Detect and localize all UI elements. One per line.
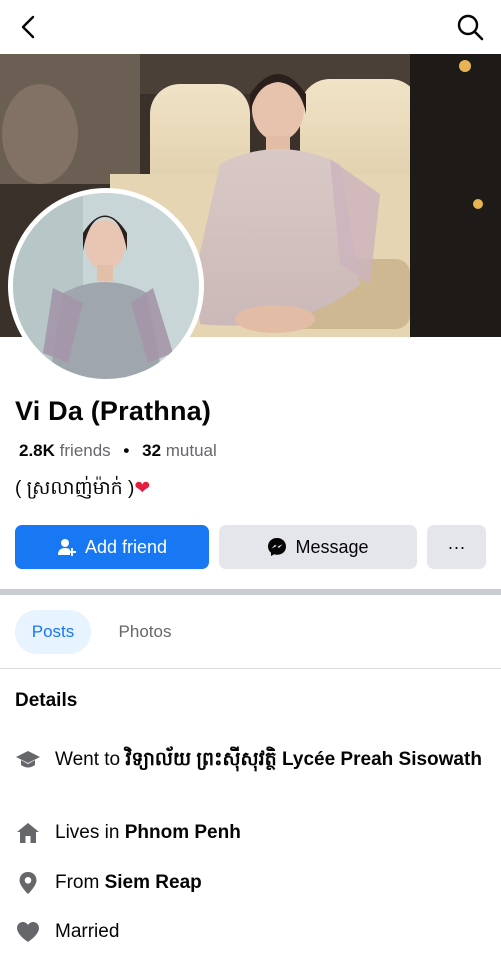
profile-name: Vi Da (Prathna) bbox=[15, 396, 212, 426]
detail-from-text: From Siem Reap bbox=[55, 871, 202, 895]
heart-emoji: ❤ bbox=[134, 478, 151, 499]
lives-in-prefix: Lives in bbox=[55, 822, 125, 843]
from-prefix: From bbox=[55, 872, 105, 893]
separator-dot: • bbox=[123, 441, 130, 460]
detail-relationship[interactable]: Married bbox=[15, 920, 485, 944]
more-options-button[interactable]: ··· bbox=[427, 525, 486, 569]
more-options-icon: ··· bbox=[447, 536, 466, 557]
friends-label: friends bbox=[59, 441, 111, 460]
detail-from[interactable]: From Siem Reap bbox=[15, 871, 485, 895]
tab-photos[interactable]: Photos bbox=[103, 610, 187, 654]
details-heading: Details bbox=[15, 690, 78, 711]
add-friend-button[interactable]: Add friend bbox=[15, 525, 209, 569]
mutual-label: mutual bbox=[165, 441, 217, 460]
home-icon bbox=[15, 821, 41, 845]
message-button[interactable]: Message bbox=[219, 525, 417, 569]
profile-bio: ( ស្រលាញ់ម៉ាក់ )❤ bbox=[15, 476, 150, 504]
search-icon[interactable] bbox=[455, 12, 485, 42]
top-bar bbox=[0, 0, 501, 54]
tabs-divider bbox=[0, 668, 501, 669]
education-value: វិទ្យាល័យ ព្រះស៊ីសុវត្ថិ Lycée Preah Sis… bbox=[125, 749, 482, 770]
section-divider bbox=[0, 589, 501, 595]
detail-education[interactable]: Went to វិទ្យាល័យ ព្រះស៊ីសុវត្ថិ Lycée P… bbox=[15, 748, 485, 772]
friends-count: 2.8K bbox=[19, 441, 55, 460]
add-friend-label: Add friend bbox=[84, 536, 168, 557]
heart-icon bbox=[15, 920, 41, 944]
detail-relationship-text: Married bbox=[55, 920, 119, 944]
messenger-icon bbox=[268, 538, 287, 556]
lives-in-value: Phnom Penh bbox=[124, 822, 241, 843]
relationship-status: Married bbox=[55, 921, 120, 942]
avatar bbox=[13, 193, 199, 379]
bio-text: ( ស្រលាញ់ម៉ាក់ ) bbox=[15, 478, 135, 499]
detail-lives-in[interactable]: Lives in Phnom Penh bbox=[15, 821, 485, 845]
tab-posts[interactable]: Posts bbox=[15, 610, 91, 654]
add-friend-icon bbox=[57, 539, 76, 556]
detail-lives-in-text: Lives in Phnom Penh bbox=[55, 821, 241, 845]
from-value: Siem Reap bbox=[104, 872, 202, 893]
message-label: Message bbox=[295, 536, 369, 557]
friends-stats[interactable]: 2.8K friends • 32 mutual bbox=[19, 441, 217, 461]
mutual-count: 32 bbox=[142, 441, 162, 460]
detail-education-text: Went to វិទ្យាល័យ ព្រះស៊ីសុវត្ថិ Lycée P… bbox=[55, 748, 482, 772]
chevron-left-icon[interactable] bbox=[14, 12, 44, 42]
profile-picture[interactable] bbox=[8, 188, 204, 384]
location-pin-icon bbox=[15, 871, 41, 895]
graduation-cap-icon bbox=[15, 748, 41, 772]
education-prefix: Went to bbox=[55, 749, 126, 770]
